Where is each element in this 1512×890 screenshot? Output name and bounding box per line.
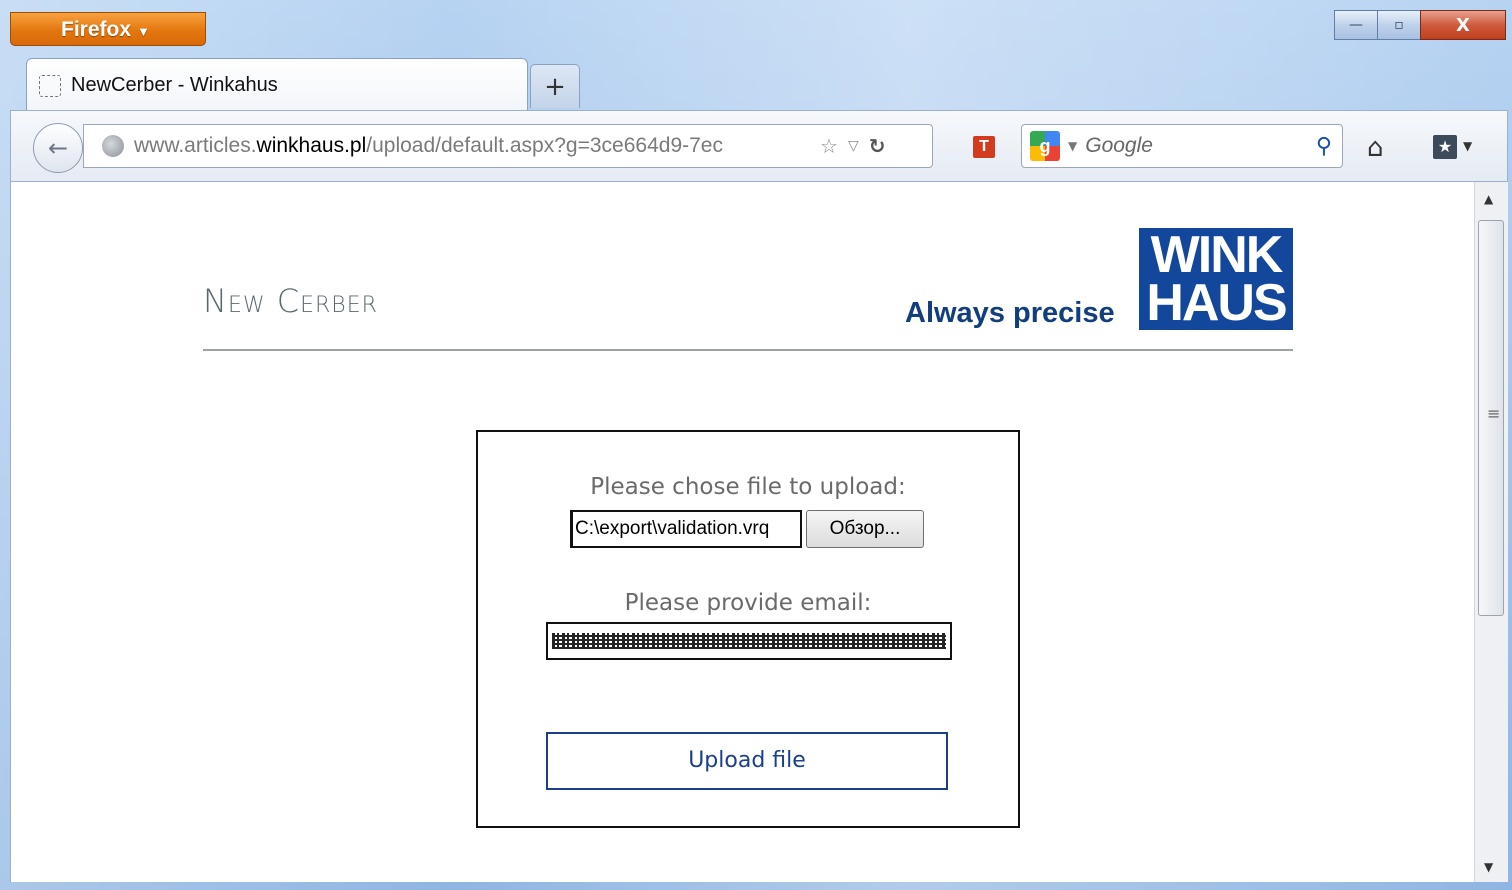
bookmarks-icon[interactable]: ★	[1433, 135, 1457, 159]
chevron-down-icon[interactable]: ▼	[1463, 139, 1472, 153]
minimize-button[interactable]: —	[1334, 10, 1378, 40]
tab-newcerber[interactable]: NewCerber - Winkahus	[26, 58, 528, 112]
google-icon-letter: g	[1039, 136, 1051, 156]
scroll-thumb[interactable]: ≡	[1478, 220, 1504, 616]
firefox-menu-label: Firefox	[61, 18, 132, 41]
logo-line-1: WINK	[1150, 226, 1284, 284]
chevron-down-icon[interactable]: ▼	[1068, 139, 1077, 153]
chevron-down-icon: ▼	[137, 24, 150, 39]
reload-icon[interactable]: ↻	[869, 134, 886, 158]
redacted-email-scribble	[552, 633, 946, 649]
history-dropdown-icon[interactable]: ▽	[848, 138, 859, 154]
close-button[interactable]: X	[1420, 10, 1506, 40]
globe-icon	[102, 135, 124, 157]
page-icon	[39, 74, 61, 97]
tagline: Always precise	[905, 297, 1115, 329]
t-extension-icon[interactable]: T	[973, 136, 995, 158]
url-prefix: www.articles.	[134, 134, 257, 157]
scroll-up-icon[interactable]: ▲	[1484, 192, 1493, 206]
page-viewport: New Cerber Always precise WINK HAUS Plea…	[10, 182, 1474, 882]
back-button[interactable]: ←	[33, 123, 83, 173]
email-label: Please provide email:	[624, 590, 872, 616]
vertical-scrollbar[interactable]: ▲ ≡ ▼	[1474, 182, 1508, 882]
maximize-button[interactable]: ▫	[1377, 10, 1421, 40]
email-field[interactable]	[546, 622, 952, 660]
url-domain: winkhaus.pl	[256, 134, 367, 157]
file-picker: C:\export\validation.vrq Обзор...	[570, 510, 924, 548]
window-controls: — ▫ X	[1334, 10, 1506, 40]
search-input[interactable]: Google	[1085, 134, 1316, 158]
scroll-down-icon[interactable]: ▼	[1484, 860, 1493, 874]
site-title: New Cerber	[203, 282, 378, 320]
url-path: /upload/default.aspx?g=3ce664d9-7ec	[366, 134, 723, 157]
tab-title: NewCerber - Winkahus	[71, 74, 278, 96]
arrow-left-icon: ←	[47, 134, 69, 162]
url-text: www.articles.winkhaus.pl/upload/default.…	[134, 134, 814, 158]
maximize-icon: ▫	[1394, 17, 1404, 33]
scroll-grip-icon: ≡	[1487, 404, 1501, 423]
browse-button[interactable]: Обзор...	[806, 510, 924, 548]
url-tools: ☆ ▽ ↻	[820, 134, 885, 158]
navigation-toolbar: ← www.articles.winkhaus.pl/upload/defaul…	[10, 110, 1508, 182]
file-path-input[interactable]: C:\export\validation.vrq	[570, 510, 802, 548]
home-icon[interactable]: ⌂	[1367, 133, 1384, 163]
file-label: Please chose file to upload:	[590, 474, 906, 500]
new-tab-button[interactable]: +	[530, 64, 580, 108]
logo-line-2: HAUS	[1146, 274, 1287, 332]
firefox-menu-button[interactable]: Firefox ▼	[10, 12, 206, 46]
close-icon: X	[1456, 14, 1470, 36]
upload-file-button[interactable]: Upload file	[546, 732, 948, 790]
search-icon[interactable]: ⚲	[1316, 134, 1332, 159]
bookmark-star-icon[interactable]: ☆	[820, 134, 838, 158]
search-bar[interactable]: g ▼ Google ⚲	[1021, 124, 1343, 168]
t-extension-letter: T	[979, 138, 989, 155]
header-divider	[203, 349, 1293, 351]
minimize-icon: —	[1349, 17, 1363, 33]
winkhaus-logo: WINK HAUS	[1139, 228, 1293, 330]
url-bar[interactable]: www.articles.winkhaus.pl/upload/default.…	[83, 124, 933, 168]
upload-form: Please chose file to upload: C:\export\v…	[476, 430, 1020, 828]
google-icon[interactable]: g	[1030, 131, 1060, 161]
plus-icon: +	[544, 71, 566, 102]
